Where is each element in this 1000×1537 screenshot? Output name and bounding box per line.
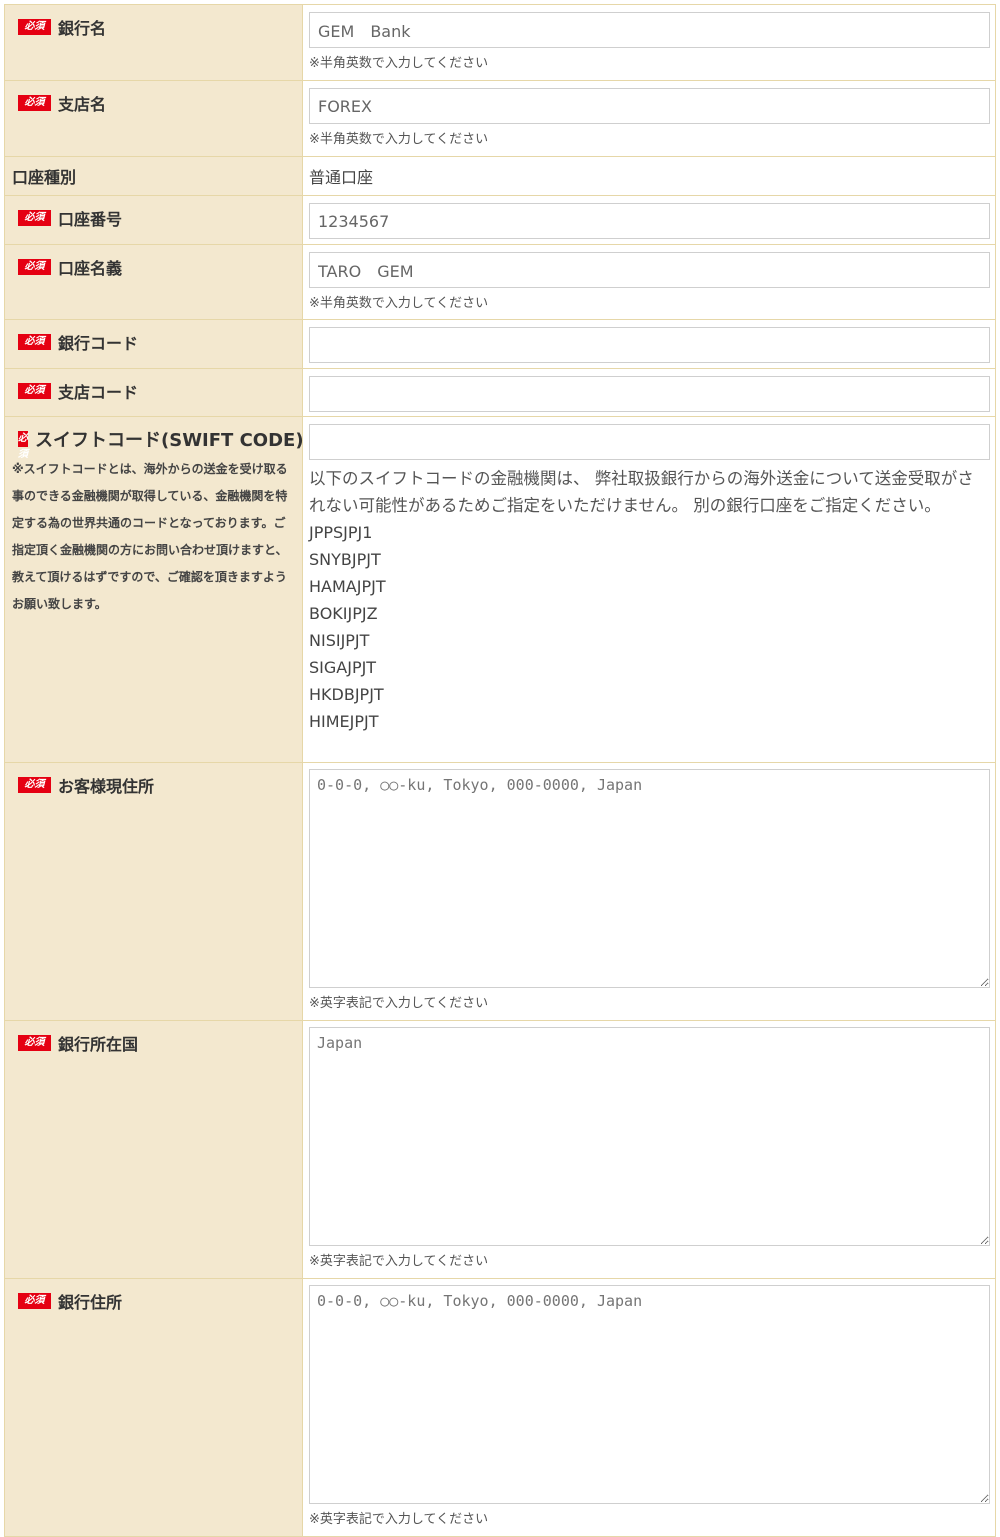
bank-address-hint: ※英字表記で入力してください	[309, 1512, 489, 1527]
required-badge: 必須	[18, 383, 51, 399]
swift-code-message: 以下のスイフトコードの金融機関は、 弊社取扱銀行からの海外送金について送金受取が…	[309, 469, 974, 515]
row-bank-address: 必須銀行住所 ※英字表記で入力してください	[4, 1278, 996, 1537]
excluded-swift-code: SIGAJPJT	[309, 658, 377, 677]
bank-code-label: 銀行コード	[58, 334, 139, 353]
account-number-input[interactable]	[309, 203, 990, 239]
account-holder-hint: ※半角英数で入力してください	[309, 296, 489, 311]
branch-name-hint: ※半角英数で入力してください	[309, 132, 489, 147]
bank-name-label: 銀行名	[58, 19, 107, 38]
bank-account-form: 必須銀行名 ※半角英数で入力してください 必須支店名 ※半角英数で入力してくださ…	[4, 4, 996, 1537]
bank-country-label: 銀行所在国	[58, 1035, 139, 1054]
required-badge: 必須	[18, 1293, 51, 1309]
account-number-label: 口座番号	[58, 210, 123, 229]
excluded-swift-list: JPPSJPJ1 SNYBJPJT HAMAJPJT BOKIJPJZ NISI…	[303, 519, 995, 735]
account-type-value: 普通口座	[309, 168, 374, 187]
row-customer-address: 必須お客様現住所 ※英字表記で入力してください	[4, 762, 996, 1021]
required-badge: 必須	[18, 95, 51, 111]
bank-address-textarea[interactable]	[309, 1285, 990, 1504]
customer-address-textarea[interactable]	[309, 769, 990, 988]
required-badge: 必須	[18, 210, 51, 226]
required-badge: 必須	[18, 19, 51, 35]
excluded-swift-code: HAMAJPJT	[309, 577, 386, 596]
branch-code-label: 支店コード	[58, 383, 139, 402]
account-holder-label: 口座名義	[58, 259, 123, 278]
bank-name-hint: ※半角英数で入力してください	[309, 56, 489, 71]
bank-code-input[interactable]	[309, 327, 990, 363]
excluded-swift-code: HIMEJPJT	[309, 712, 379, 731]
row-branch-name: 必須支店名 ※半角英数で入力してください	[4, 80, 996, 157]
account-holder-input[interactable]	[309, 252, 990, 288]
bank-country-textarea[interactable]	[309, 1027, 990, 1246]
required-badge: 必須	[18, 777, 51, 793]
customer-address-label: お客様現住所	[58, 777, 155, 796]
required-badge: 必須	[18, 259, 51, 275]
swift-code-note: ※スイフトコードとは、海外からの送金を受け取る事のできる金融機関が取得している、…	[12, 462, 288, 611]
row-swift-code: 必須 スイフトコード(SWIFT CODE) ※スイフトコードとは、海外からの送金…	[4, 416, 996, 763]
row-bank-name: 必須銀行名 ※半角英数で入力してください	[4, 4, 996, 81]
excluded-swift-code: NISIJPJT	[309, 631, 370, 650]
row-account-type: 口座種別 普通口座	[4, 156, 996, 196]
row-bank-code: 必須 銀行コード	[4, 319, 996, 369]
bank-address-label: 銀行住所	[58, 1293, 123, 1312]
required-badge: 必須	[18, 431, 28, 460]
excluded-swift-code: SNYBJPJT	[309, 550, 381, 569]
swift-code-label: スイフトコード(SWIFT CODE)	[35, 430, 304, 451]
required-badge: 必須	[18, 1035, 51, 1051]
excluded-swift-code: BOKIJPJZ	[309, 604, 378, 623]
branch-code-input[interactable]	[309, 376, 990, 412]
row-account-number: 必須 口座番号	[4, 195, 996, 245]
branch-name-label: 支店名	[58, 95, 107, 114]
bank-country-hint: ※英字表記で入力してください	[309, 1254, 489, 1269]
customer-address-hint: ※英字表記で入力してください	[309, 996, 489, 1011]
account-type-label: 口座種別	[12, 168, 77, 187]
branch-name-input[interactable]	[309, 88, 990, 124]
bank-name-input[interactable]	[309, 12, 990, 48]
swift-code-input[interactable]	[309, 424, 990, 460]
excluded-swift-code: HKDBJPJT	[309, 685, 384, 704]
row-bank-country: 必須銀行所在国 ※英字表記で入力してください	[4, 1020, 996, 1279]
excluded-swift-code: JPPSJPJ1	[309, 523, 373, 542]
label-cell: 必須 銀行名	[4, 4, 303, 81]
row-account-holder: 必須口座名義 ※半角英数で入力してください	[4, 244, 996, 320]
field-cell: ※半角英数で入力してください	[302, 4, 996, 81]
required-badge: 必須	[18, 334, 51, 350]
row-branch-code: 必須 支店コード	[4, 368, 996, 417]
